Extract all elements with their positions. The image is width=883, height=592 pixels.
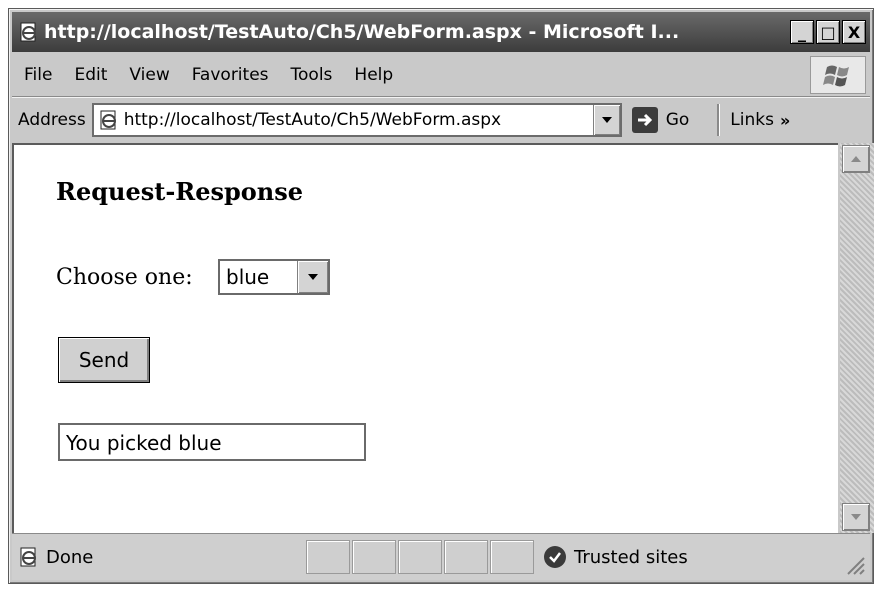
maximize-button[interactable]: □ — [816, 20, 840, 44]
chevron-down-icon — [308, 274, 318, 280]
go-label: Go — [665, 110, 690, 130]
ie-page-icon — [100, 110, 116, 130]
menu-view[interactable]: View — [129, 65, 169, 85]
windows-flag-icon — [823, 65, 849, 87]
toolbar-separator — [717, 104, 721, 136]
address-bar: Address http://localhost/TestAuto/Ch5/We… — [12, 97, 870, 142]
browser-window: http://localhost/TestAuto/Ch5/WebForm.as… — [8, 8, 874, 584]
menu-edit[interactable]: Edit — [74, 65, 107, 85]
window-controls: _ □ X — [790, 20, 866, 44]
status-panel — [490, 540, 534, 574]
color-select[interactable]: blue — [218, 259, 330, 295]
status-text: Done — [46, 546, 94, 568]
status-panel — [352, 540, 396, 574]
close-button[interactable]: X — [842, 20, 866, 44]
select-dropdown-button[interactable] — [297, 261, 328, 293]
window-title: http://localhost/TestAuto/Ch5/WebForm.as… — [44, 21, 680, 43]
right-arrow-icon — [631, 107, 658, 133]
status-panel — [444, 540, 488, 574]
menu-favorites[interactable]: Favorites — [192, 65, 269, 85]
menu-tools[interactable]: Tools — [291, 65, 333, 85]
chevron-up-icon — [851, 156, 861, 162]
minimize-button[interactable]: _ — [790, 20, 814, 44]
chevron-down-icon — [601, 117, 612, 123]
choose-label: Choose one: — [56, 265, 193, 290]
minimize-icon: _ — [798, 22, 806, 42]
address-input[interactable]: http://localhost/TestAuto/Ch5/WebForm.as… — [91, 103, 622, 137]
scroll-up-button[interactable] — [842, 145, 870, 173]
address-label: Address — [18, 110, 86, 130]
maximize-icon: □ — [820, 22, 836, 42]
security-zone: Trusted sites — [544, 546, 688, 568]
status-panel — [398, 540, 442, 574]
ie-page-icon — [20, 547, 36, 567]
menu-help[interactable]: Help — [354, 65, 393, 85]
resize-grip-icon[interactable] — [844, 554, 866, 576]
chevron-down-icon — [851, 514, 861, 520]
scroll-down-button[interactable] — [842, 503, 870, 531]
status-panel — [306, 540, 350, 574]
send-button[interactable]: Send — [58, 337, 150, 383]
result-text: You picked blue — [66, 431, 222, 455]
result-textbox[interactable]: You picked blue — [58, 423, 366, 461]
ie-page-icon — [20, 22, 36, 42]
address-url: http://localhost/TestAuto/Ch5/WebForm.as… — [123, 110, 502, 130]
status-bar: Done Trusted sites — [12, 533, 870, 580]
windows-logo — [810, 56, 866, 94]
select-value: blue — [226, 265, 270, 289]
page-heading: Request-Response — [56, 177, 304, 206]
page-content: Request-Response Choose one: blue Send Y… — [12, 143, 838, 533]
title-bar[interactable]: http://localhost/TestAuto/Ch5/WebForm.as… — [12, 12, 870, 52]
go-button[interactable]: Go — [631, 107, 690, 133]
address-dropdown-button[interactable] — [592, 105, 620, 135]
menu-bar: File Edit View Favorites Tools Help — [12, 54, 870, 97]
menu-file[interactable]: File — [24, 65, 52, 85]
vertical-scrollbar[interactable] — [840, 143, 874, 533]
checkmark-icon — [544, 546, 566, 568]
close-icon: X — [847, 22, 861, 42]
links-chevron-icon[interactable]: » — [780, 111, 790, 130]
zone-text: Trusted sites — [574, 546, 688, 568]
links-button[interactable]: Links — [730, 110, 774, 130]
